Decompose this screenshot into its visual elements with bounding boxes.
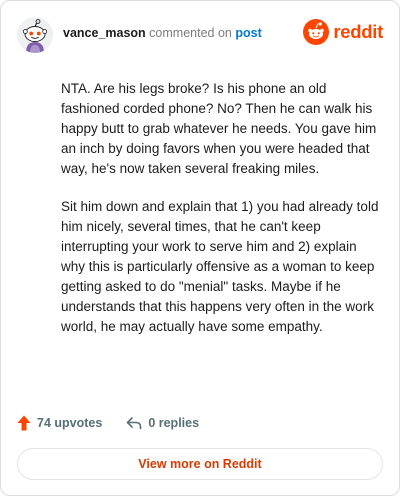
comment-header: vance_mason commented on post reddit [17, 17, 383, 53]
comment-body: NTA. Are his legs broke? Is his phone an… [61, 79, 381, 355]
reddit-wordmark: reddit [333, 21, 383, 42]
embedded-comment-card: vance_mason commented on post reddit NTA… [0, 0, 400, 496]
upvotes-stat[interactable]: 74 upvotes [17, 415, 102, 431]
comment-attribution: vance_mason commented on post [63, 25, 262, 41]
comment-paragraph: NTA. Are his legs broke? Is his phone an… [61, 81, 377, 176]
upvote-arrow-icon [17, 415, 31, 431]
reply-arrow-icon [127, 417, 142, 430]
username-link[interactable]: vance_mason [63, 26, 146, 40]
avatar[interactable] [17, 17, 53, 53]
post-link[interactable]: post [235, 26, 261, 40]
reddit-brand-logo[interactable]: reddit [303, 19, 383, 45]
comment-paragraph: Sit him down and explain that 1) you had… [61, 199, 379, 334]
comment-footer: 74 upvotes 0 replies [17, 413, 199, 433]
reddit-snoo-avatar-icon [17, 17, 53, 53]
replies-count: 0 replies [148, 416, 200, 430]
attribution-action-text: commented on [149, 26, 232, 40]
view-more-button[interactable]: View more on Reddit [17, 448, 383, 480]
reddit-alien-logo-icon [303, 19, 330, 45]
replies-stat[interactable]: 0 replies [126, 416, 199, 430]
upvotes-count: 74 upvotes [37, 416, 103, 430]
